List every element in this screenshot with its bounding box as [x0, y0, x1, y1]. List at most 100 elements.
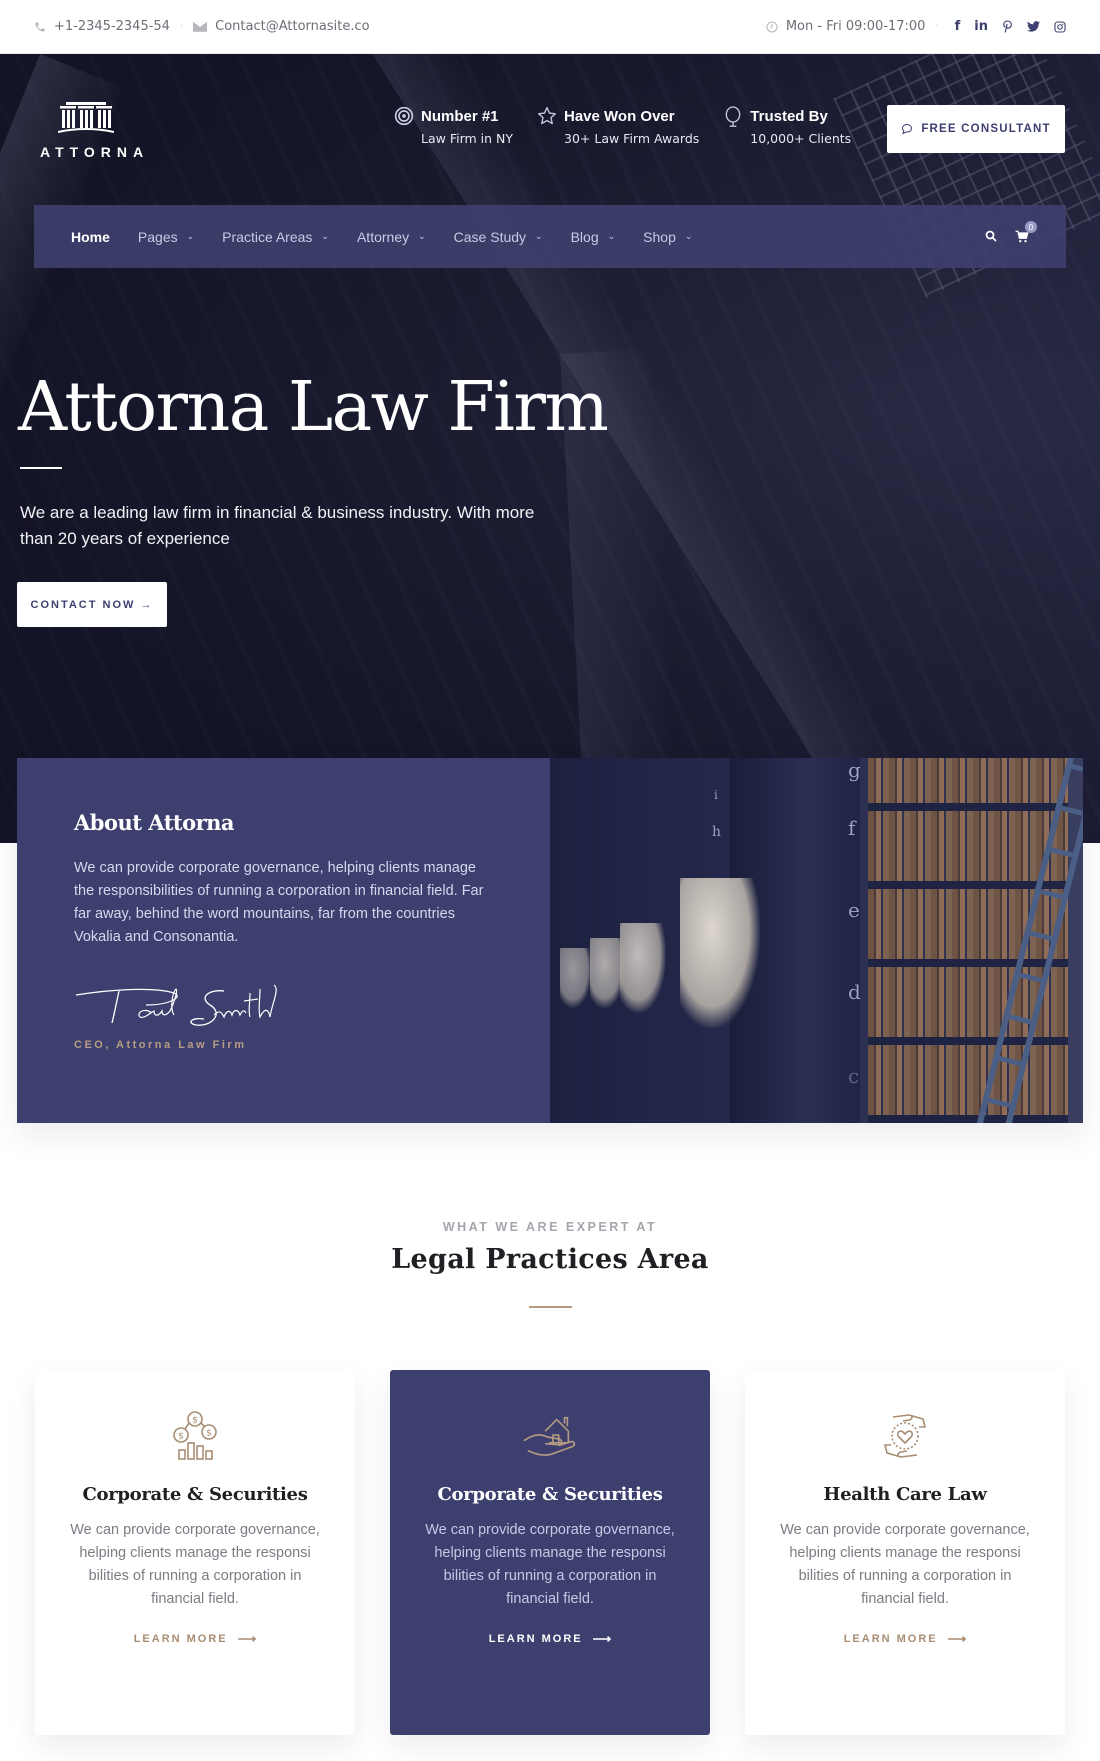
practice-text: We can provide corporate governance, hel… [70, 1522, 320, 1607]
svg-text:$: $ [192, 1416, 198, 1426]
about-section: About Attorna We can provide corporate g… [17, 758, 1083, 1123]
facebook-icon[interactable]: f [955, 19, 961, 34]
phone-icon [34, 21, 46, 33]
nav-label: Blog [570, 228, 599, 245]
image-letter: g [848, 758, 861, 782]
section-kicker: WHAT WE ARE EXPERT AT [442, 1220, 658, 1234]
contact-now-button[interactable]: CONTACT NOW → [17, 582, 167, 627]
practice-card[interactable]: $ $ $ Corporate & Securities We can prov… [35, 1370, 355, 1735]
chevron-down-icon: ⌄ [607, 231, 616, 241]
free-consultant-button[interactable]: FREE CONSULTANT [887, 105, 1065, 153]
image-bust [590, 938, 626, 1008]
nav-item-case-study[interactable]: Case Study ⌄ [454, 229, 543, 245]
envelope-icon [193, 21, 208, 32]
feature-item: Trusted By 10,000+ Clients [723, 106, 851, 148]
practice-text: We can provide corporate governance, hel… [425, 1522, 675, 1607]
image-letter: d [848, 980, 861, 1004]
instagram-icon[interactable] [1054, 20, 1066, 33]
nav-item-attorney[interactable]: Attorney ⌄ [357, 229, 426, 245]
office-hours: Mon - Fri 09:00-17:00 [785, 19, 926, 34]
signature-role: CEO, Attorna Law Firm [74, 1039, 247, 1051]
chevron-down-icon: ⌄ [186, 231, 195, 241]
nav-label: Practice Areas [222, 228, 313, 245]
feature-title: Have Won Over [564, 108, 675, 125]
chevron-down-icon: ⌄ [535, 231, 543, 241]
about-title: About Attorna [74, 810, 235, 835]
hero-title: Attorna Law Firm [18, 368, 609, 447]
background-pillar [0, 54, 124, 843]
cart-count-badge: 0 [1025, 221, 1037, 233]
feature-item: Have Won Over 30+ Law Firm Awards [537, 106, 699, 148]
nav-label: Shop [643, 228, 676, 245]
library-image: g f e d c h i [550, 758, 1083, 1123]
phone-number[interactable]: +1-2345-2345-54 [54, 19, 170, 34]
about-text: We can provide corporate governance, hel… [74, 860, 484, 945]
arrow-right-icon: ⟶ [237, 1631, 257, 1646]
image-letter: c [848, 1064, 860, 1088]
learn-more-link[interactable]: LEARN MORE ⟶ [489, 1631, 612, 1647]
top-bar: +1-2345-2345-54 · Contact@Attornasite.co… [0, 0, 1100, 54]
logo[interactable]: ATTORNA [34, 100, 150, 160]
star-icon [537, 106, 559, 128]
svg-text:$: $ [206, 1429, 212, 1439]
practice-card[interactable]: Health Care Law We can provide corporate… [745, 1370, 1065, 1735]
learn-more-label: LEARN MORE [488, 1633, 583, 1645]
nav-item-shop[interactable]: Shop ⌄ [643, 229, 692, 245]
separator: · [179, 21, 184, 32]
signature-paul-smith [75, 984, 277, 1026]
learn-more-label: LEARN MORE [843, 1633, 938, 1645]
arrow-right-icon: ⟶ [592, 1631, 612, 1646]
nav-label: Home [71, 228, 110, 245]
nav-item-blog[interactable]: Blog ⌄ [571, 229, 616, 245]
hero-divider [20, 467, 62, 469]
feature-subtitle: 10,000+ Clients [750, 131, 852, 146]
practice-title: Corporate & Securities [437, 1484, 663, 1505]
search-icon[interactable] [985, 227, 997, 246]
target-icon [394, 106, 416, 128]
brand-name: ATTORNA [40, 144, 150, 160]
nav-label: Attorney [356, 228, 410, 245]
nav-actions: 0 [985, 221, 1037, 246]
free-consultant-label: FREE CONSULTANT [921, 123, 1051, 135]
cart-button[interactable]: 0 [1015, 221, 1037, 243]
learn-more-link[interactable]: LEARN MORE ⟶ [134, 1631, 257, 1647]
chevron-down-icon: ⌄ [684, 231, 693, 241]
image-bust [620, 923, 666, 1013]
linkedin-icon[interactable]: in [974, 19, 988, 34]
pinterest-icon[interactable] [1002, 20, 1013, 33]
nav-item-practice-areas[interactable]: Practice Areas ⌄ [222, 229, 329, 245]
contact-info: +1-2345-2345-54 · Contact@Attornasite.co [34, 19, 370, 34]
clock-icon [766, 21, 778, 33]
chat-bubble-icon [901, 123, 913, 135]
image-letter: e [848, 898, 860, 922]
feature-highlights: Number #1 Law Firm in NY Have Won Over 3… [394, 106, 851, 148]
image-letter: i [714, 788, 718, 802]
hand-house-icon [522, 1408, 578, 1464]
columns-logo-icon [58, 102, 114, 133]
twitter-icon[interactable] [1027, 21, 1040, 32]
coins-chart-icon: $ $ $ [167, 1408, 223, 1464]
chevron-down-icon: ⌄ [418, 231, 426, 241]
hero-section: ATTORNA Number #1 Law Firm in NY Have Wo… [0, 54, 1100, 843]
about-content: About Attorna We can provide corporate g… [17, 758, 550, 1123]
separator: · [935, 21, 939, 32]
nav-label: Pages [137, 228, 178, 245]
practice-title: Corporate & Securities [82, 1484, 308, 1505]
svg-text:$: $ [178, 1432, 184, 1442]
email-link[interactable]: Contact@Attornasite.co [215, 19, 369, 34]
section-title: Legal Practices Area [391, 1244, 709, 1275]
practice-title: Health Care Law [823, 1484, 987, 1505]
nav-item-home[interactable]: Home [71, 229, 110, 245]
practice-card-highlighted[interactable]: Corporate & Securities We can provide co… [390, 1370, 710, 1735]
image-letter: h [712, 824, 722, 840]
nav-item-pages[interactable]: Pages ⌄ [138, 229, 194, 245]
hands-heart-icon [877, 1408, 933, 1464]
feature-title: Number #1 [421, 108, 499, 125]
hours-and-socials: Mon - Fri 09:00-17:00 · f in [766, 19, 1066, 34]
image-bust [560, 948, 592, 1008]
award-icon [723, 106, 745, 128]
learn-more-link[interactable]: LEARN MORE ⟶ [844, 1631, 967, 1647]
image-letter: f [848, 816, 856, 840]
section-divider [529, 1306, 572, 1308]
chevron-down-icon: ⌄ [321, 231, 329, 241]
